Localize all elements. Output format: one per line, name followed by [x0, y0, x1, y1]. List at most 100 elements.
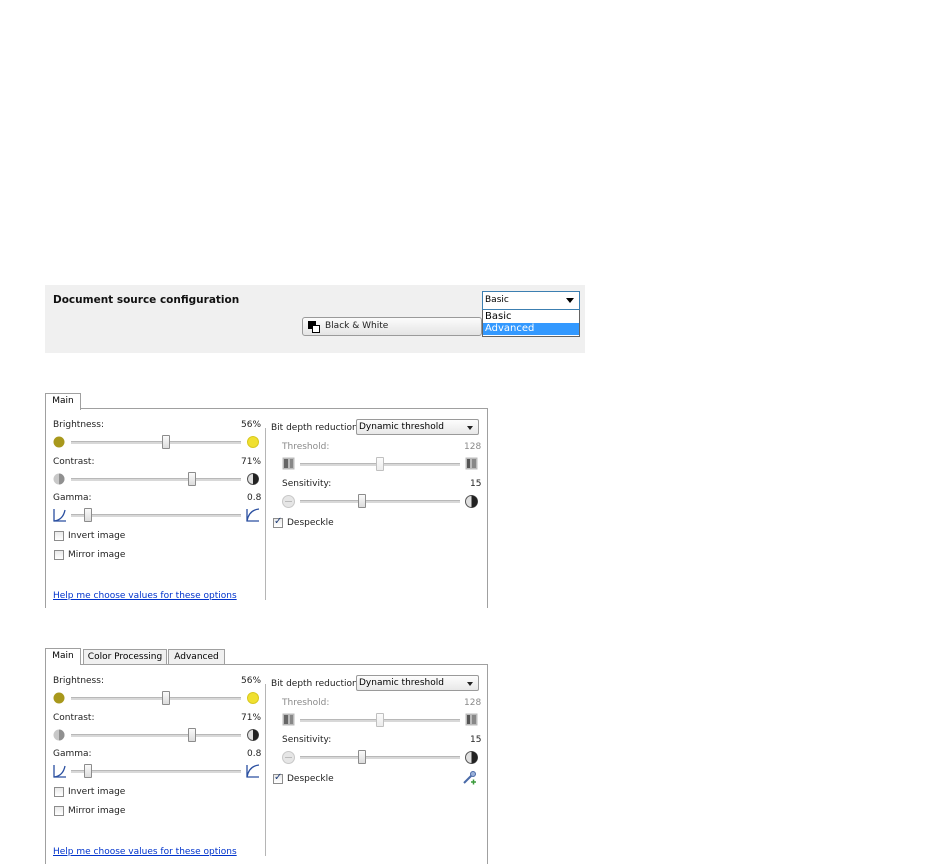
gamma-curve-low-icon: [53, 509, 66, 522]
contrast-slider-thumb[interactable]: [187, 472, 196, 486]
brightness-slider-thumb[interactable]: [162, 691, 171, 705]
gamma-label: Gamma:: [53, 749, 92, 759]
contrast-value: 71%: [241, 713, 262, 723]
profile-option-advanced[interactable]: Advanced: [483, 323, 579, 335]
gamma-slider-track[interactable]: [71, 514, 241, 517]
dim-circle-icon: [53, 436, 65, 448]
mirror-image-label: Mirror image: [68, 550, 126, 560]
contrast-label: Contrast:: [53, 713, 95, 723]
settings-panel: Brightness: 56% Contrast: 71% Gamma: 0.8…: [45, 408, 488, 608]
tab-color-processing[interactable]: Color Processing: [83, 649, 167, 665]
high-contrast-icon: [247, 473, 259, 485]
bit-depth-select[interactable]: Dynamic threshold: [356, 419, 479, 435]
threshold-icon: [465, 457, 478, 470]
invert-image-label: Invert image: [68, 787, 126, 797]
contrast-label: Contrast:: [53, 457, 95, 467]
gamma-label: Gamma:: [53, 493, 92, 503]
tab-main[interactable]: Main: [45, 393, 81, 410]
despeckle-label: Despeckle: [287, 518, 334, 528]
profile-select[interactable]: Basic: [482, 291, 580, 310]
gamma-curve-high-icon: [246, 764, 260, 778]
brightness-slider-track[interactable]: [71, 441, 241, 444]
tab-advanced[interactable]: Advanced: [168, 649, 225, 665]
config-title: Document source configuration: [53, 294, 240, 306]
profile-dropdown-list: Basic Advanced: [482, 310, 580, 337]
contrast-value: 71%: [241, 457, 262, 467]
brightness-label: Brightness:: [53, 676, 104, 686]
gamma-slider-track[interactable]: [71, 770, 241, 773]
bit-depth-label: Bit depth reduction:: [271, 423, 361, 433]
contrast-slider-thumb[interactable]: [187, 728, 196, 742]
threshold-icon: [465, 713, 478, 726]
profile-option-basic[interactable]: Basic: [483, 311, 579, 323]
threshold-label: Threshold:: [282, 442, 330, 452]
sensitivity-slider-thumb[interactable]: [358, 494, 367, 508]
settings-panel: Brightness: 56% Contrast: 71% Gamma: 0.8…: [45, 664, 488, 864]
despeckle-label: Despeckle: [287, 774, 334, 784]
high-sensitivity-icon: [465, 751, 478, 764]
gamma-value: 0.8: [247, 749, 262, 759]
sensitivity-label: Sensitivity:: [282, 479, 332, 489]
chevron-down-icon[interactable]: [467, 682, 473, 686]
contrast-slider-track[interactable]: [71, 734, 241, 737]
invert-image-label: Invert image: [68, 531, 126, 541]
low-contrast-icon: [53, 729, 65, 741]
profile-select-value: Basic: [485, 295, 509, 305]
threshold-icon: [282, 457, 295, 470]
threshold-value: 128: [464, 698, 482, 708]
brightness-slider-thumb[interactable]: [162, 435, 171, 449]
help-link[interactable]: Help me choose values for these options: [53, 847, 237, 857]
high-contrast-icon: [247, 729, 259, 741]
brightness-label: Brightness:: [53, 420, 104, 430]
chevron-down-icon[interactable]: [566, 298, 574, 303]
tab-main[interactable]: Main: [45, 648, 81, 665]
despeckle-checkbox[interactable]: [273, 772, 283, 784]
brightness-value: 56%: [241, 420, 262, 430]
bit-depth-select[interactable]: Dynamic threshold: [356, 675, 479, 691]
bit-depth-value: Dynamic threshold: [359, 422, 444, 432]
gamma-slider-thumb[interactable]: [84, 508, 92, 522]
gamma-value: 0.8: [247, 493, 262, 503]
mirror-image-checkbox[interactable]: [54, 806, 64, 816]
invert-image-checkbox[interactable]: [54, 531, 64, 541]
sensitivity-value: 15: [470, 479, 482, 489]
wand-tool-icon[interactable]: [462, 770, 477, 785]
sensitivity-value: 15: [470, 735, 482, 745]
dim-circle-icon: [53, 692, 65, 704]
invert-image-checkbox[interactable]: [54, 787, 64, 797]
threshold-slider-thumb[interactable]: [376, 457, 384, 471]
brightness-value: 56%: [241, 676, 262, 686]
despeckle-checkbox[interactable]: [273, 516, 283, 528]
gamma-curve-low-icon: [53, 765, 66, 778]
threshold-slider-thumb[interactable]: [376, 713, 384, 727]
document-source-panel: Document source configuration Black & Wh…: [45, 285, 585, 353]
low-sensitivity-icon: [282, 495, 295, 508]
chevron-down-icon[interactable]: [467, 426, 473, 430]
column-divider: [265, 428, 266, 600]
bit-depth-value: Dynamic threshold: [359, 678, 444, 688]
brightness-slider-track[interactable]: [71, 697, 241, 700]
high-sensitivity-icon: [465, 495, 478, 508]
sensitivity-slider-track[interactable]: [300, 756, 460, 759]
bright-circle-icon: [247, 692, 259, 704]
mirror-image-label: Mirror image: [68, 806, 126, 816]
bright-circle-icon: [247, 436, 259, 448]
mirror-image-checkbox[interactable]: [54, 550, 64, 560]
bit-depth-label: Bit depth reduction:: [271, 679, 361, 689]
contrast-slider-track[interactable]: [71, 478, 241, 481]
sensitivity-slider-track[interactable]: [300, 500, 460, 503]
threshold-value: 128: [464, 442, 482, 452]
sensitivity-slider-thumb[interactable]: [358, 750, 367, 764]
gamma-slider-thumb[interactable]: [84, 764, 92, 778]
threshold-label: Threshold:: [282, 698, 330, 708]
gamma-curve-high-icon: [246, 508, 260, 522]
threshold-icon: [282, 713, 295, 726]
sensitivity-label: Sensitivity:: [282, 735, 332, 745]
column-divider: [265, 684, 266, 856]
low-sensitivity-icon: [282, 751, 295, 764]
low-contrast-icon: [53, 473, 65, 485]
black-white-icon: [308, 321, 320, 333]
color-mode-label: Black & White: [325, 321, 389, 331]
color-mode-button[interactable]: Black & White: [302, 317, 482, 336]
help-link[interactable]: Help me choose values for these options: [53, 591, 237, 601]
